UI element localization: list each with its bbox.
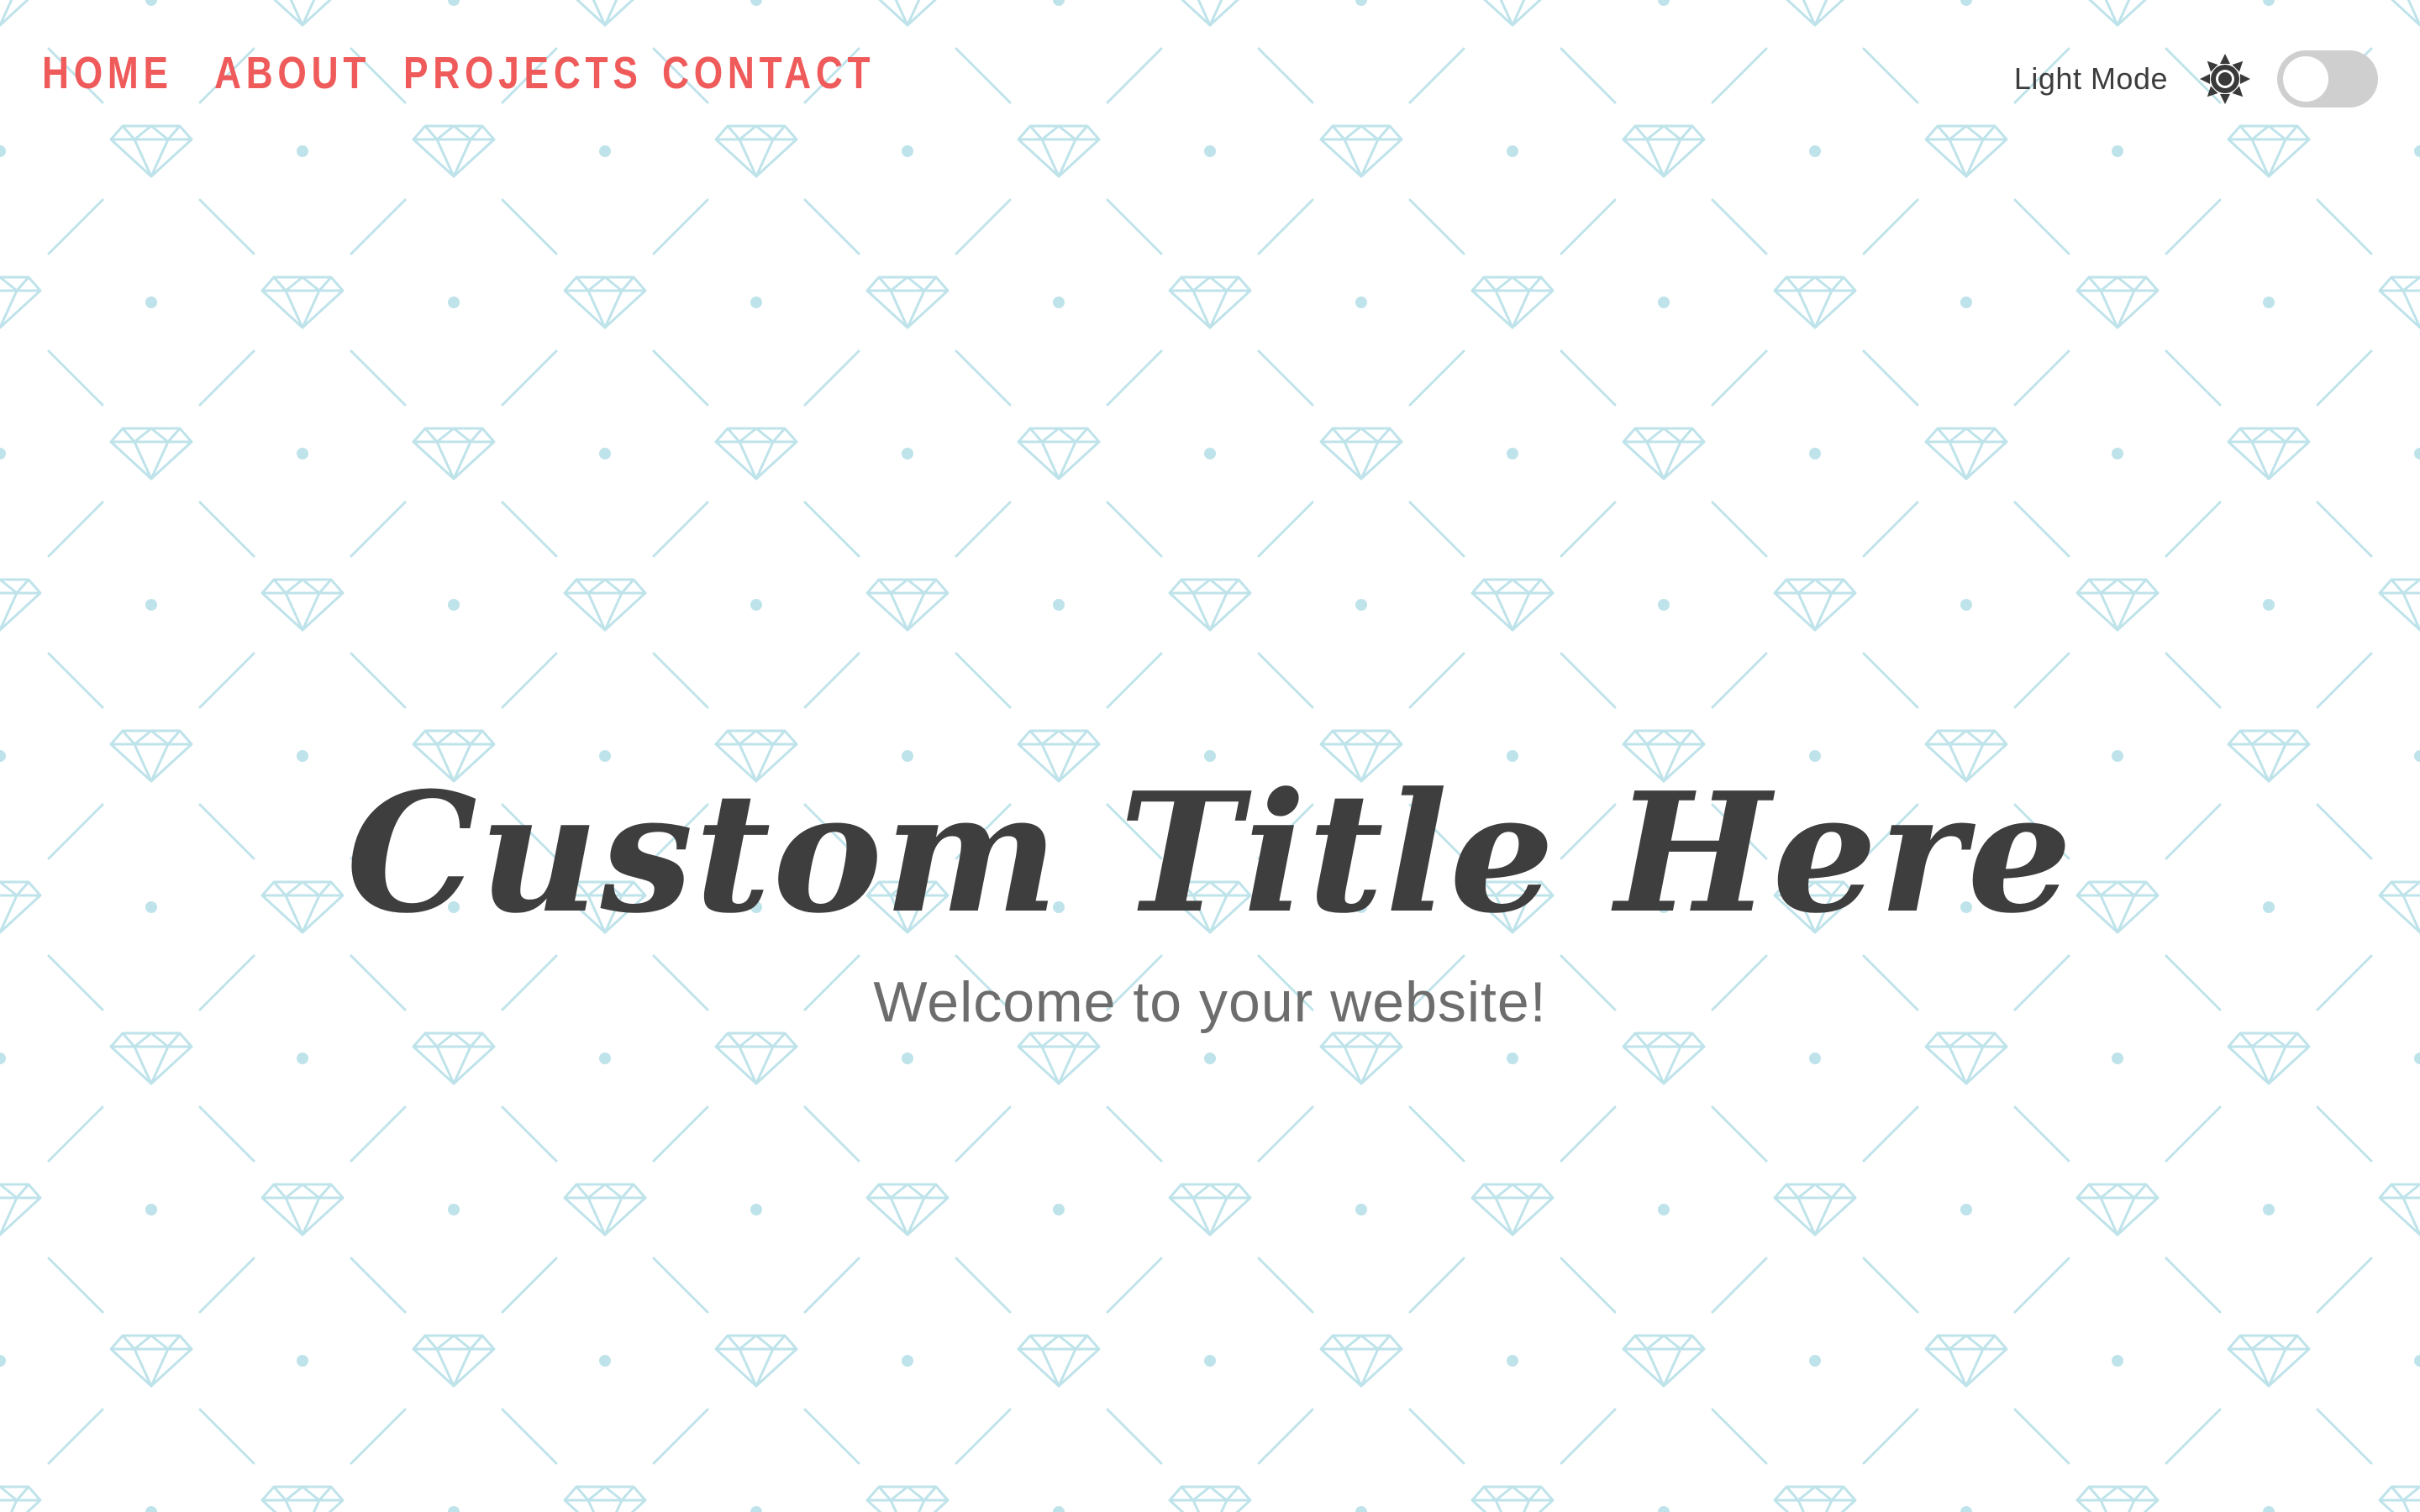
hero-section: Custom Title Here Welcome to your websit… <box>0 0 2420 1512</box>
theme-switcher: Light Mode <box>2014 47 2378 111</box>
hero-title: Custom Title Here <box>346 757 2074 951</box>
main-nav: HOME ABOUT PROJECTS CONTACT <box>42 44 881 102</box>
theme-toggle[interactable] <box>2277 50 2378 108</box>
page: HOME ABOUT PROJECTS CONTACT Light Mode C… <box>0 0 2420 1512</box>
nav-link-contact[interactable]: CONTACT <box>662 44 875 102</box>
nav-link-about[interactable]: ABOUT <box>214 44 371 102</box>
top-navigation-bar: HOME ABOUT PROJECTS CONTACT Light Mode <box>0 0 2420 148</box>
nav-link-projects[interactable]: PROJECTS <box>403 44 643 102</box>
sun-icon <box>2198 52 2252 106</box>
nav-link-home[interactable]: HOME <box>42 44 173 102</box>
toggle-knob <box>2283 56 2328 102</box>
theme-mode-label: Light Mode <box>2013 61 2168 96</box>
hero-subtitle: Welcome to your website! <box>873 970 1547 1034</box>
